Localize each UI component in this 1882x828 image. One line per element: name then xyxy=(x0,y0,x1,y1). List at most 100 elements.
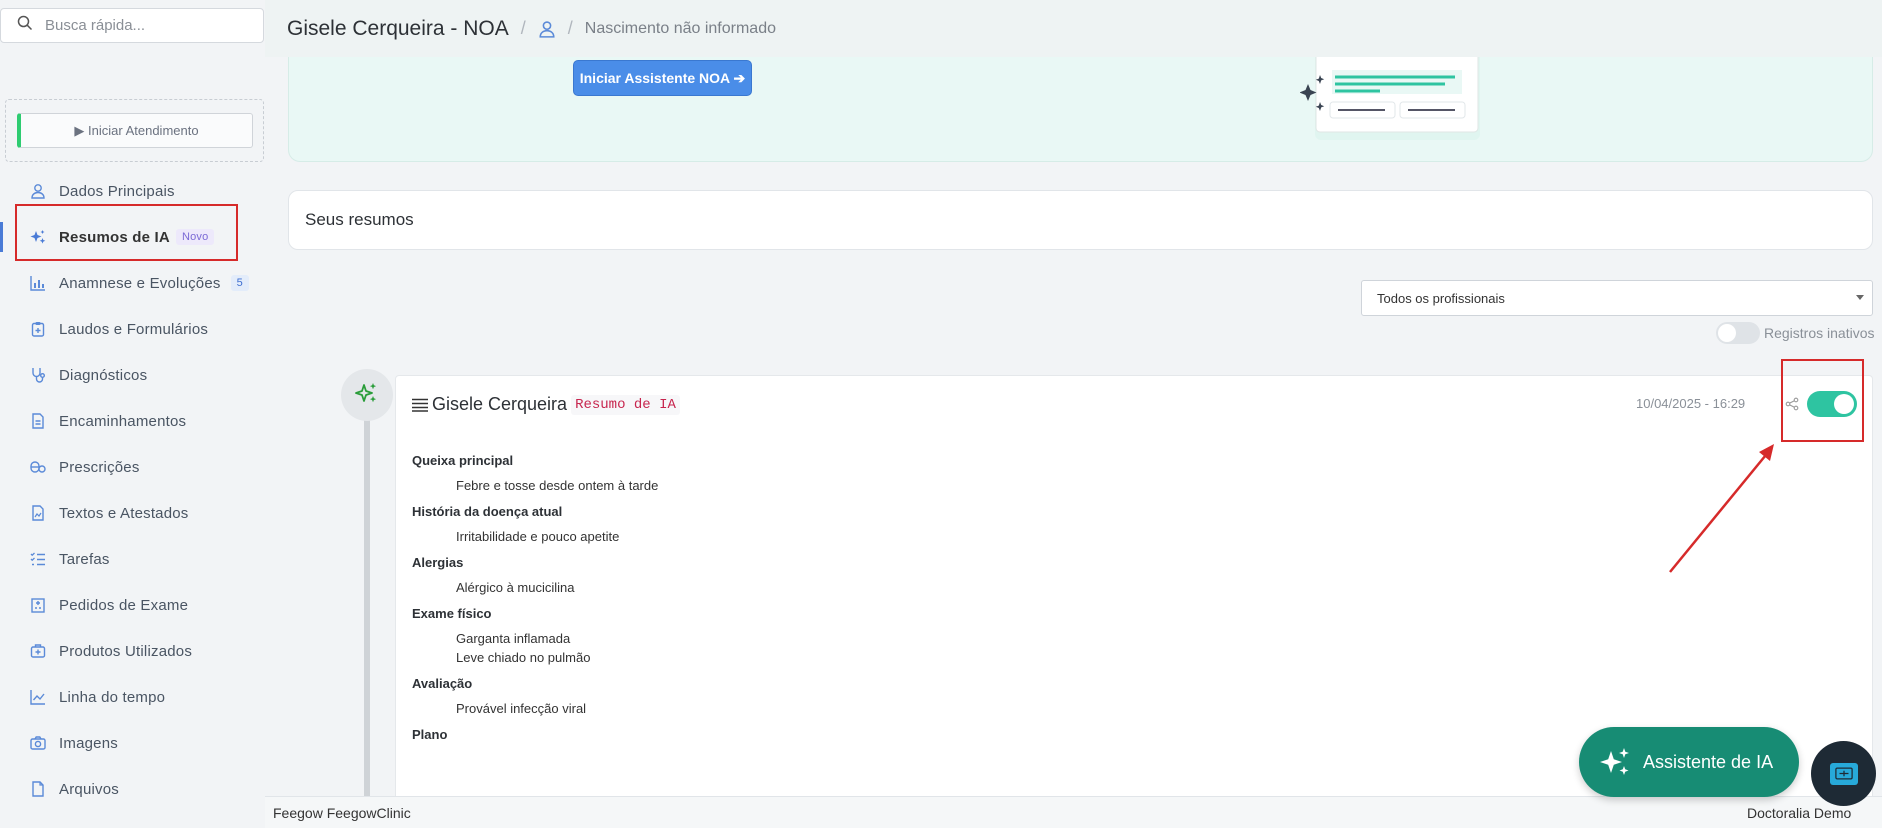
sidebar-item-diagnosticos[interactable]: Diagnósticos xyxy=(0,352,265,398)
inactive-switch[interactable] xyxy=(1716,322,1760,344)
medkit-icon xyxy=(30,643,46,659)
sidebar-item-label: Diagnósticos xyxy=(59,366,148,384)
professional-filter-select[interactable]: Todos os profissionais xyxy=(1361,280,1873,316)
stethoscope-icon xyxy=(30,367,46,383)
section-line: Garganta inflamada xyxy=(456,631,571,646)
sidebar-item-textos[interactable]: Textos e Atestados xyxy=(0,490,265,536)
clipboard-icon xyxy=(30,321,46,337)
sidebar-item-label: Produtos Utilizados xyxy=(59,642,193,660)
record-active-toggle[interactable] xyxy=(1807,391,1857,417)
bar-chart-icon xyxy=(30,275,46,291)
professional-filter-value: Todos os profissionais xyxy=(1377,290,1505,306)
sidebar-item-dados-principais[interactable]: Dados Principais xyxy=(0,168,265,214)
sidebar-item-encaminhamentos[interactable]: Encaminhamentos xyxy=(0,398,265,444)
search-input[interactable] xyxy=(45,17,245,34)
sparkle-icon xyxy=(30,229,46,245)
camera-icon xyxy=(30,735,46,751)
ai-assistant-label: Assistente de IA xyxy=(1643,751,1774,772)
record-type-tag: Resumo de IA xyxy=(571,394,680,415)
chat-icon xyxy=(1829,762,1858,785)
sidebar-item-arquivos[interactable]: Arquivos xyxy=(0,766,265,812)
section-title: Queixa principal xyxy=(412,453,514,468)
section-line: Irritabilidade e pouco apetite xyxy=(456,529,620,544)
section-title: Alergias xyxy=(412,555,464,570)
inactive-records-label: Registros inativos xyxy=(1764,325,1875,341)
breadcrumb-separator: / xyxy=(567,18,573,38)
sidebar-item-resumos-ia[interactable]: Resumos de IA Novo xyxy=(0,214,265,260)
tasks-icon xyxy=(30,551,46,567)
sidebar-item-label: Tarefas xyxy=(59,550,110,568)
sidebar-item-produtos[interactable]: Produtos Utilizados xyxy=(0,628,265,674)
sidebar-item-label: Prescrições xyxy=(59,458,140,476)
section-line: Febre e tosse desde ontem à tarde xyxy=(456,478,659,493)
sidebar-item-label: Encaminhamentos xyxy=(59,412,187,430)
start-attendance-button[interactable]: ▶ Iniciar Atendimento xyxy=(17,113,253,148)
pills-icon xyxy=(30,459,46,475)
sidebar-item-label: Linha do tempo xyxy=(59,688,166,706)
sidebar-item-label: Imagens xyxy=(59,734,118,752)
footer-user: Doctoralia Demo xyxy=(1747,804,1852,821)
section-body: Provável infecção viral xyxy=(412,699,1312,718)
sparkle-icon xyxy=(355,381,379,410)
document-icon xyxy=(30,505,46,521)
breadcrumb-separator: / xyxy=(520,18,526,38)
timeline-line xyxy=(364,400,370,828)
sidebar-item-label: Dados Principais xyxy=(59,182,175,200)
record-datetime: 10/04/2025 - 16:29 xyxy=(1636,396,1746,411)
user-icon xyxy=(30,183,46,199)
sidebar-nav: Dados Principais Resumos de IA Novo Anam… xyxy=(0,168,265,812)
section-body: Febre e tosse desde ontem à tarde xyxy=(412,476,1312,495)
patient-header: Gisele Cerqueira - NOA / / Nascimento nã… xyxy=(265,0,1882,57)
sidebar-item-laudos[interactable]: Laudos e Formulários xyxy=(0,306,265,352)
sidebar-item-label: Laudos e Formulários xyxy=(59,320,209,338)
file-blank-icon xyxy=(30,781,46,797)
sidebar-item-anamnese[interactable]: Anamnese e Evoluções 5 xyxy=(0,260,265,306)
sidebar-item-pedidos-exame[interactable]: Pedidos de Exame xyxy=(0,582,265,628)
share-icon[interactable] xyxy=(1785,397,1799,411)
sidebar-item-tarefas[interactable]: Tarefas xyxy=(0,536,265,582)
sidebar-item-imagens[interactable]: Imagens xyxy=(0,720,265,766)
sidebar-item-label: Textos e Atestados xyxy=(59,504,189,522)
summary-sections: Queixa principal Febre e tosse desde ont… xyxy=(412,451,1312,745)
sidebar-item-label: Anamnese e Evoluções xyxy=(59,274,221,292)
section-title: Avaliação xyxy=(412,676,473,691)
footer-bar: Feegow FeegowClinic Doctoralia Demo xyxy=(265,796,1882,828)
sidebar-item-prescricoes[interactable]: Prescrições xyxy=(0,444,265,490)
summaries-panel-title: Seus resumos xyxy=(288,190,1873,250)
quick-search[interactable] xyxy=(0,8,264,43)
inactive-records-toggle[interactable]: Registros inativos xyxy=(1716,322,1875,344)
start-noa-assistant-button[interactable]: Iniciar Assistente NOA ➔ xyxy=(573,60,752,96)
section-line: Alérgico à mucicilina xyxy=(456,580,575,595)
record-author: Gisele Cerqueira xyxy=(432,394,568,414)
ai-assistant-button[interactable]: Assistente de IA xyxy=(1579,727,1799,797)
section-line: Leve chiado no pulmão xyxy=(456,650,591,665)
search-icon xyxy=(17,15,33,36)
line-chart-icon xyxy=(30,689,46,705)
section-title: História da doença atual xyxy=(412,504,563,519)
sidebar-item-label: Arquivos xyxy=(59,780,119,798)
patient-title: Gisele Cerqueira - NOA xyxy=(287,16,509,40)
section-line: Provável infecção viral xyxy=(456,701,587,716)
file-icon xyxy=(30,413,46,429)
count-badge: 5 xyxy=(230,275,249,291)
section-body: Irritabilidade e pouco apetite xyxy=(412,527,1312,546)
section-body: Garganta inflamada Leve chiado no pulmão xyxy=(412,629,1312,667)
card-header: Gisele Cerqueira Resumo de IA xyxy=(412,394,680,415)
support-chat-button[interactable] xyxy=(1811,741,1876,806)
footer-clinic: Feegow FeegowClinic xyxy=(273,804,411,821)
sidebar: ▶ Iniciar Atendimento Dados Principais R… xyxy=(0,0,265,828)
timeline-node xyxy=(341,369,393,421)
hospital-icon xyxy=(30,597,46,613)
user-icon xyxy=(538,20,556,38)
chevron-down-icon xyxy=(1856,295,1864,300)
new-badge: Novo xyxy=(175,229,215,245)
menu-icon[interactable] xyxy=(412,398,428,412)
section-title: Plano xyxy=(412,727,448,742)
section-title: Exame físico xyxy=(412,606,492,621)
sidebar-item-linha-tempo[interactable]: Linha do tempo xyxy=(0,674,265,720)
birth-info: Nascimento não informado xyxy=(584,19,776,37)
sidebar-item-label: Pedidos de Exame xyxy=(59,596,189,614)
sparkle-icon xyxy=(1600,748,1629,775)
sidebar-item-label: Resumos de IA xyxy=(59,228,170,246)
start-attendance-zone: ▶ Iniciar Atendimento xyxy=(5,99,264,162)
